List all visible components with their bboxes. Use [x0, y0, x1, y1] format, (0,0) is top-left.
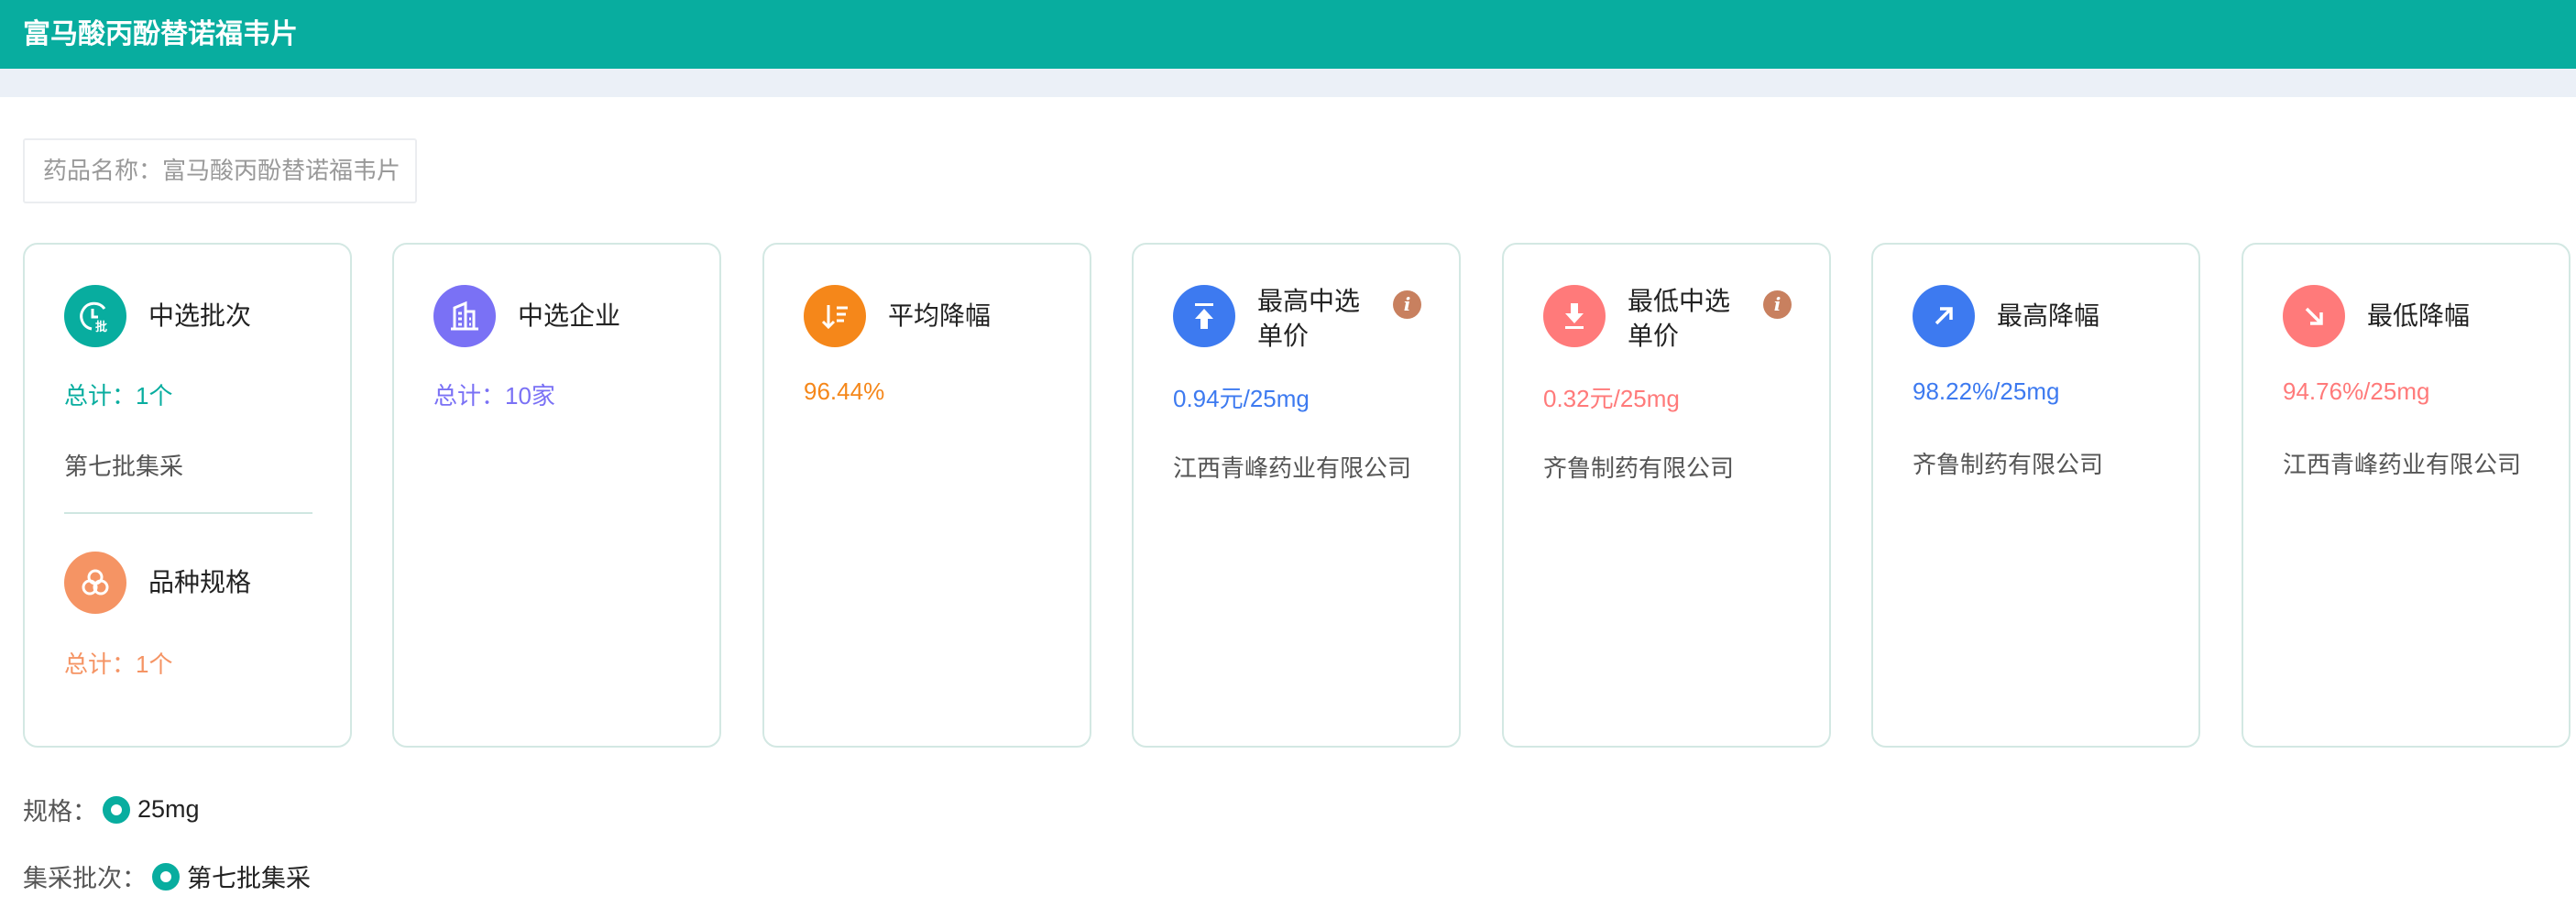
card-lowest-price: 最低中选单价 i 0.32元/25mg 齐鲁制药有限公司 — [1502, 243, 1831, 748]
card-sub: 齐鲁制药有限公司 — [1543, 454, 1735, 482]
info-icon[interactable]: i — [1763, 290, 1792, 319]
batch-label: 集采批次： — [23, 865, 147, 892]
card-title: 最高降幅 — [1997, 301, 2100, 330]
spec-radio[interactable] — [103, 795, 130, 824]
card-lowest-decline: 最低降幅 94.76%/25mg 江西青峰药业有限公司 — [2242, 243, 2571, 748]
card-value: 总计：1个 — [64, 382, 173, 410]
card-title: 最低中选单价 — [1628, 287, 1731, 350]
batch-clock-icon: 批 — [64, 285, 126, 347]
card-value: 总计：1个 — [64, 650, 173, 678]
arrow-down-right-icon — [2283, 285, 2345, 347]
page-header: 富马酸丙酚替诺福韦片 — [0, 0, 2576, 69]
divider-strip — [0, 69, 2576, 97]
card-sub: 第七批集采 — [64, 453, 184, 480]
card-title: 最高中选单价 — [1257, 287, 1361, 350]
spec-filter: 规格： 25mg — [23, 792, 200, 827]
card-value: 98.22%/25mg — [1913, 377, 2060, 405]
card-title: 品种规格 — [148, 568, 252, 596]
svg-text:批: 批 — [95, 320, 107, 333]
card-value: 96.44% — [804, 377, 885, 405]
card-sub: 江西青峰药业有限公司 — [1173, 454, 1412, 482]
arrow-up-top-icon — [1173, 285, 1235, 347]
card-divider — [64, 512, 312, 514]
card-value: 0.32元/25mg — [1543, 385, 1680, 412]
spec-label: 规格： — [23, 798, 97, 825]
card-value: 0.94元/25mg — [1173, 385, 1310, 412]
batch-option[interactable]: 第七批集采 — [187, 858, 311, 894]
card-title: 中选批次 — [148, 301, 252, 330]
drug-name-field[interactable]: 药品名称：富马酸丙酚替诺福韦片 — [23, 138, 417, 203]
card-value: 94.76%/25mg — [2283, 377, 2430, 405]
card-value: 总计：10家 — [433, 382, 555, 410]
page-title: 富马酸丙酚替诺福韦片 — [23, 19, 298, 49]
building-icon — [433, 285, 496, 347]
card-selected-companies: 中选企业 总计：10家 — [392, 243, 721, 748]
info-icon[interactable]: i — [1393, 290, 1421, 319]
card-selected-batch: 批 中选批次 总计：1个 第七批集采 品种规格 总计：1个 — [23, 243, 352, 748]
batch-filter: 集采批次： 第七批集采 — [23, 858, 311, 894]
arrow-up-right-icon — [1913, 285, 1975, 347]
card-highest-decline: 最高降幅 98.22%/25mg 齐鲁制药有限公司 — [1871, 243, 2200, 748]
spec-option[interactable]: 25mg — [137, 795, 200, 824]
card-sub: 江西青峰药业有限公司 — [2283, 451, 2522, 478]
card-highest-price: 最高中选单价 i 0.94元/25mg 江西青峰药业有限公司 — [1132, 243, 1461, 748]
arrow-down-bottom-icon — [1543, 285, 1606, 347]
card-title: 最低降幅 — [2367, 301, 2471, 330]
variety-circles-icon — [64, 552, 126, 614]
card-title: 平均降幅 — [888, 301, 992, 330]
card-sub: 齐鲁制药有限公司 — [1913, 451, 2104, 478]
card-average-decline: 平均降幅 96.44% — [762, 243, 1091, 748]
batch-radio[interactable] — [152, 862, 180, 891]
card-title: 中选企业 — [518, 301, 621, 330]
sort-down-icon — [804, 285, 866, 347]
